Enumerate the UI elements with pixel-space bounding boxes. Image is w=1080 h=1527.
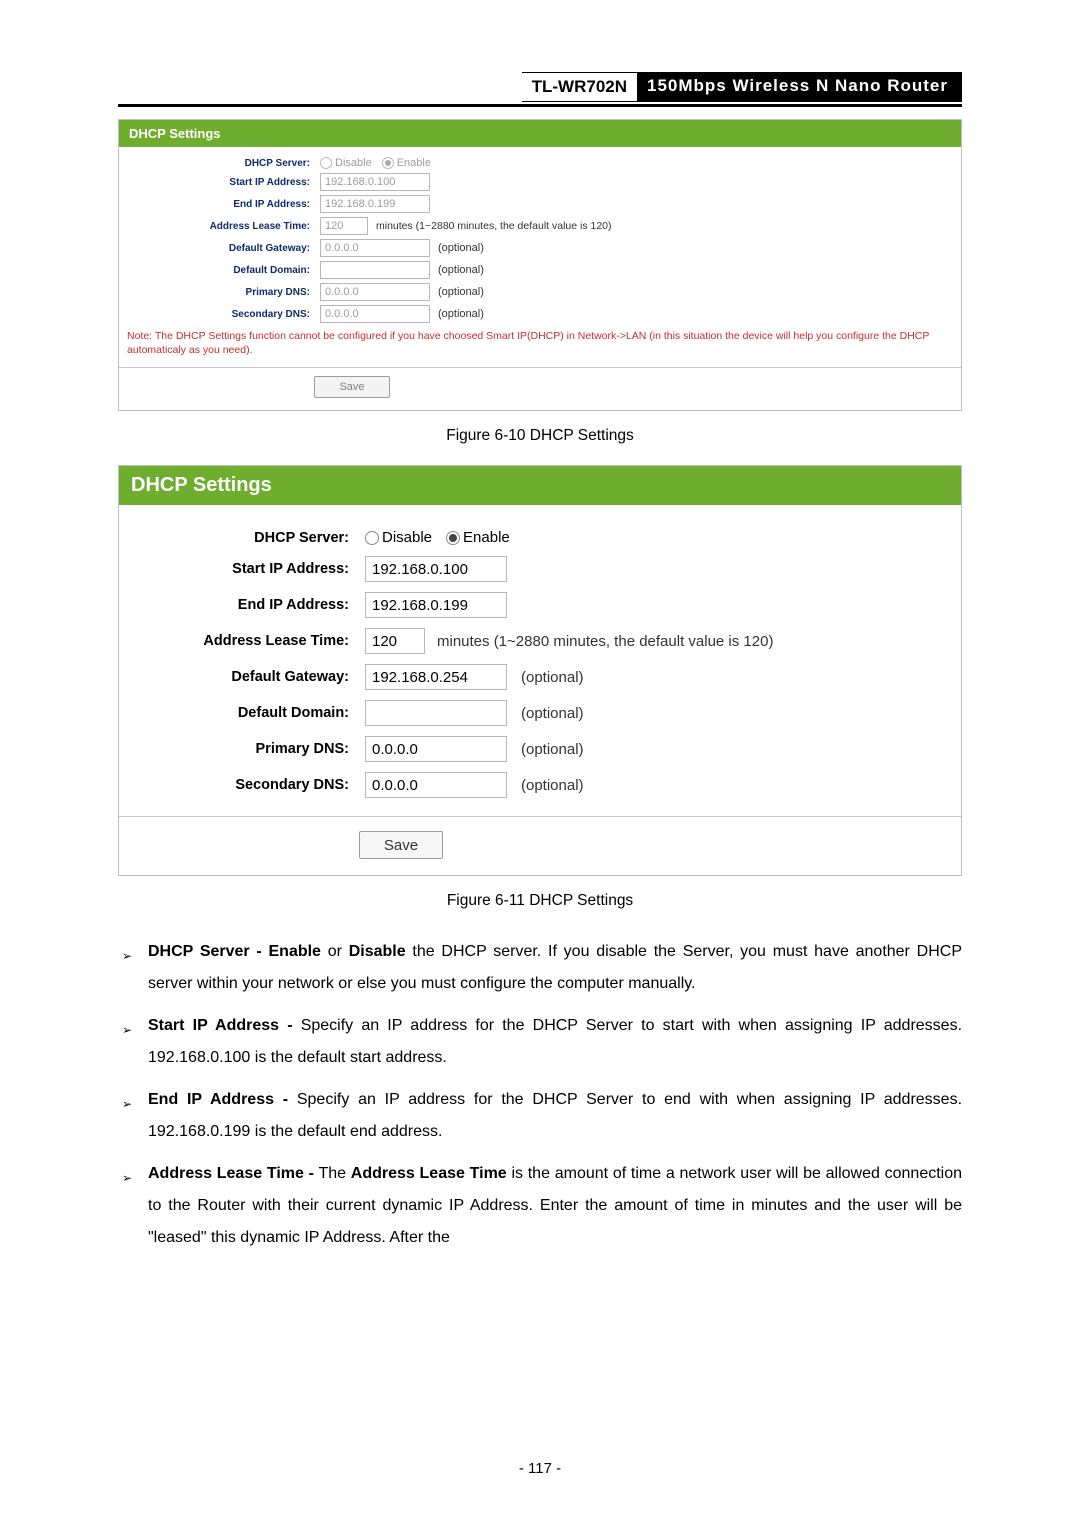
dhcp-panel-disabled: DHCP Settings DHCP Server: Disable Enabl…: [118, 119, 962, 411]
figure-caption-2: Figure 6-11 DHCP Settings: [118, 892, 962, 910]
gateway-label: Default Gateway:: [125, 243, 320, 254]
optional: (optional): [521, 777, 584, 794]
desc-item-lease-time: ➢ Address Lease Time - The Address Lease…: [122, 1158, 962, 1254]
dhcp-server-label: DHCP Server:: [125, 158, 320, 169]
radio-disable-label: Disable: [335, 157, 372, 169]
start-ip-label: Start IP Address:: [125, 561, 365, 577]
end-ip-label: End IP Address:: [125, 597, 365, 613]
bullet-arrow-icon: ➢: [122, 1084, 148, 1148]
gateway-input[interactable]: [365, 664, 507, 690]
gateway-label: Default Gateway:: [125, 669, 365, 685]
optional: (optional): [438, 264, 484, 276]
panel-title: DHCP Settings: [119, 120, 961, 147]
save-button[interactable]: Save: [359, 831, 443, 859]
start-ip-label: Start IP Address:: [125, 177, 320, 188]
desc-item-end-ip: ➢ End IP Address - Specify an IP address…: [122, 1084, 962, 1148]
model-tag: TL-WR702N: [522, 72, 637, 102]
domain-label: Default Domain:: [125, 265, 320, 276]
domain-input[interactable]: [320, 261, 430, 279]
pdns-label: Primary DNS:: [125, 741, 365, 757]
lease-input[interactable]: [365, 628, 425, 654]
sdns-label: Secondary DNS:: [125, 777, 365, 793]
start-ip-input[interactable]: [365, 556, 507, 582]
bullet-arrow-icon: ➢: [122, 936, 148, 1000]
sdns-input[interactable]: [365, 772, 507, 798]
radio-disable-label: Disable: [382, 529, 432, 546]
optional: (optional): [438, 308, 484, 320]
sdns-input[interactable]: [320, 305, 430, 323]
domain-label: Default Domain:: [125, 705, 365, 721]
sdns-label: Secondary DNS:: [125, 309, 320, 320]
domain-input[interactable]: [365, 700, 507, 726]
optional: (optional): [521, 741, 584, 758]
dhcp-server-label: DHCP Server:: [125, 530, 365, 546]
radio-enable-label: Enable: [463, 529, 510, 546]
save-button[interactable]: Save: [314, 376, 390, 398]
radio-disable[interactable]: [320, 157, 332, 169]
desc-item-start-ip: ➢ Start IP Address - Specify an IP addre…: [122, 1010, 962, 1074]
optional: (optional): [521, 705, 584, 722]
radio-enable[interactable]: [382, 157, 394, 169]
start-ip-input[interactable]: [320, 173, 430, 191]
product-name: 150Mbps Wireless N Nano Router: [637, 72, 962, 102]
lease-input[interactable]: [320, 217, 368, 235]
end-ip-input[interactable]: [365, 592, 507, 618]
pdns-input[interactable]: [365, 736, 507, 762]
optional: (optional): [521, 669, 584, 686]
optional: (optional): [438, 286, 484, 298]
pdns-label: Primary DNS:: [125, 287, 320, 298]
radio-enable[interactable]: [446, 531, 460, 545]
radio-disable[interactable]: [365, 531, 379, 545]
end-ip-label: End IP Address:: [125, 199, 320, 210]
lease-hint: minutes (1~2880 minutes, the default val…: [376, 220, 612, 232]
description-list: ➢ DHCP Server - Enable or Disable the DH…: [118, 936, 962, 1254]
pdns-input[interactable]: [320, 283, 430, 301]
dhcp-note: Note: The DHCP Settings function cannot …: [125, 327, 955, 365]
page-number: - 117 -: [0, 1460, 1080, 1477]
document-header: TL-WR702N 150Mbps Wireless N Nano Router: [118, 72, 962, 107]
radio-enable-label: Enable: [397, 157, 431, 169]
bullet-arrow-icon: ➢: [122, 1158, 148, 1254]
desc-item-dhcp-server: ➢ DHCP Server - Enable or Disable the DH…: [122, 936, 962, 1000]
gateway-input[interactable]: [320, 239, 430, 257]
dhcp-panel-enabled: DHCP Settings DHCP Server: Disable Enabl…: [118, 465, 962, 876]
bullet-arrow-icon: ➢: [122, 1010, 148, 1074]
optional: (optional): [438, 242, 484, 254]
panel-title: DHCP Settings: [119, 466, 961, 505]
lease-label: Address Lease Time:: [125, 221, 320, 232]
lease-label: Address Lease Time:: [125, 633, 365, 649]
lease-hint: minutes (1~2880 minutes, the default val…: [437, 633, 773, 650]
figure-caption-1: Figure 6-10 DHCP Settings: [118, 427, 962, 445]
end-ip-input[interactable]: [320, 195, 430, 213]
